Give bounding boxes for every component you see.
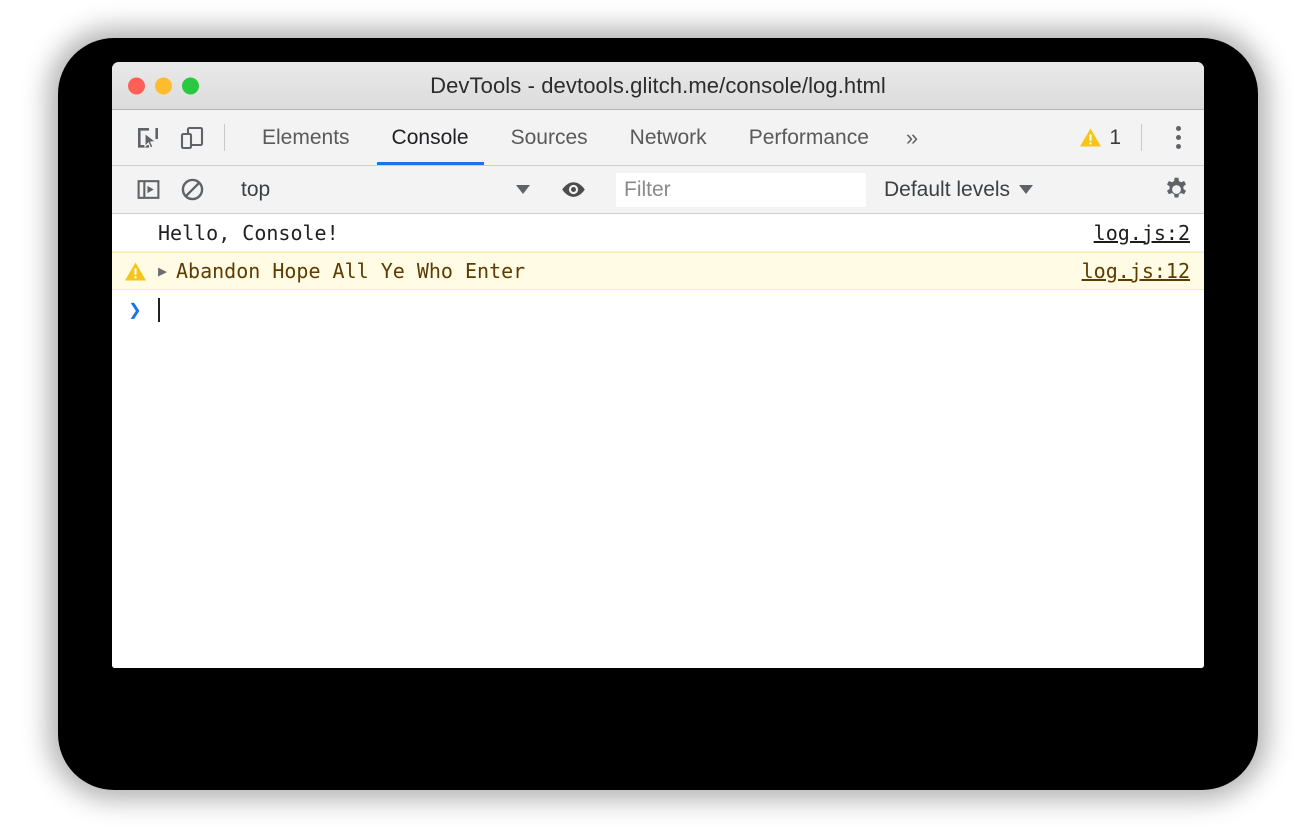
execution-context-selector[interactable]: top <box>235 178 530 202</box>
warning-triangle-icon <box>124 261 146 281</box>
kebab-dot-middle <box>1175 135 1181 140</box>
text-cursor <box>158 298 160 322</box>
more-tabs-button[interactable]: » <box>890 110 934 165</box>
devtools-main-menu-button[interactable] <box>1152 110 1204 165</box>
panel-tabs: Elements Console Sources Network Perform… <box>235 110 1075 165</box>
settings-gear-icon <box>1166 177 1186 198</box>
window-titlebar: DevTools - devtools.glitch.me/console/lo… <box>112 62 1204 110</box>
warning-triangle-icon <box>1080 128 1102 147</box>
expand-arrow-icon[interactable]: ▶ <box>158 263 176 279</box>
close-window-button[interactable] <box>128 77 145 94</box>
execution-context-label: top <box>241 177 271 201</box>
minimize-window-button[interactable] <box>155 77 172 94</box>
console-message-source-link-warning[interactable]: log.js:12 <box>1082 259 1190 283</box>
devtools-tabbar: Elements Console Sources Network Perform… <box>112 110 1204 166</box>
tab-performance-label: Performance <box>748 125 869 149</box>
log-level-selector[interactable]: Default levels <box>884 177 1034 202</box>
kebab-dot-bottom <box>1175 144 1181 149</box>
console-settings-button[interactable] <box>1148 176 1204 203</box>
console-message-warning[interactable]: ▶ Abandon Hope All Ye Who Enter log.js:1… <box>112 252 1204 290</box>
tab-network[interactable]: Network <box>609 110 728 165</box>
console-message-source-link[interactable]: log.js:2 <box>1094 221 1190 245</box>
tab-console[interactable]: Console <box>371 110 490 165</box>
devtools-window: DevTools - devtools.glitch.me/console/lo… <box>112 62 1204 668</box>
console-filter-input[interactable] <box>616 172 866 207</box>
message-gutter-warning <box>112 260 158 283</box>
chevron-down-icon <box>516 185 530 194</box>
console-message-text: Hello, Console! <box>158 220 339 245</box>
kebab-dot-top <box>1175 126 1181 131</box>
inspect-element-icon <box>138 127 158 149</box>
live-expression-eye-icon <box>561 182 585 197</box>
prompt-chevron-icon: ❯ <box>128 297 142 323</box>
warning-count-label: 1 <box>1109 125 1121 149</box>
tabbar-divider-right <box>1141 124 1142 151</box>
live-expression-button[interactable] <box>551 176 595 203</box>
console-message-text-warning: Abandon Hope All Ye Who Enter <box>176 259 526 283</box>
show-console-sidebar-icon <box>137 180 159 199</box>
traffic-lights <box>128 77 199 94</box>
tabbar-divider <box>224 124 225 151</box>
console-message-list[interactable]: Hello, Console! log.js:2 ▶ Abandon Hope … <box>112 214 1204 668</box>
clear-console-button[interactable] <box>170 177 214 202</box>
console-prompt-row[interactable]: ❯ <box>112 290 1204 330</box>
maximize-window-button[interactable] <box>182 77 199 94</box>
chevron-down-icon-levels <box>1019 185 1034 194</box>
tab-elements-label: Elements <box>262 125 350 149</box>
tab-elements[interactable]: Elements <box>241 110 371 165</box>
tab-sources[interactable]: Sources <box>490 110 609 165</box>
screenshot-root: DevTools - devtools.glitch.me/console/lo… <box>0 0 1316 828</box>
double-chevron-right-icon: » <box>905 124 919 150</box>
toggle-device-toolbar-button[interactable] <box>170 110 214 165</box>
tab-performance[interactable]: Performance <box>728 110 890 165</box>
clear-console-icon <box>181 178 203 201</box>
log-level-label: Default levels <box>884 177 1011 201</box>
device-toolbar-icon <box>180 126 204 149</box>
console-sidebar-toggle-button[interactable] <box>126 177 170 202</box>
window-title: DevTools - devtools.glitch.me/console/lo… <box>430 72 886 98</box>
tab-console-label: Console <box>391 125 469 149</box>
inspect-element-button[interactable] <box>126 110 170 165</box>
console-toolbar: top Default levels <box>112 166 1204 214</box>
console-message-log[interactable]: Hello, Console! log.js:2 <box>112 214 1204 252</box>
warning-count-badge[interactable]: 1 <box>1075 110 1131 165</box>
tab-network-label: Network <box>629 125 707 149</box>
tab-sources-label: Sources <box>510 125 588 149</box>
